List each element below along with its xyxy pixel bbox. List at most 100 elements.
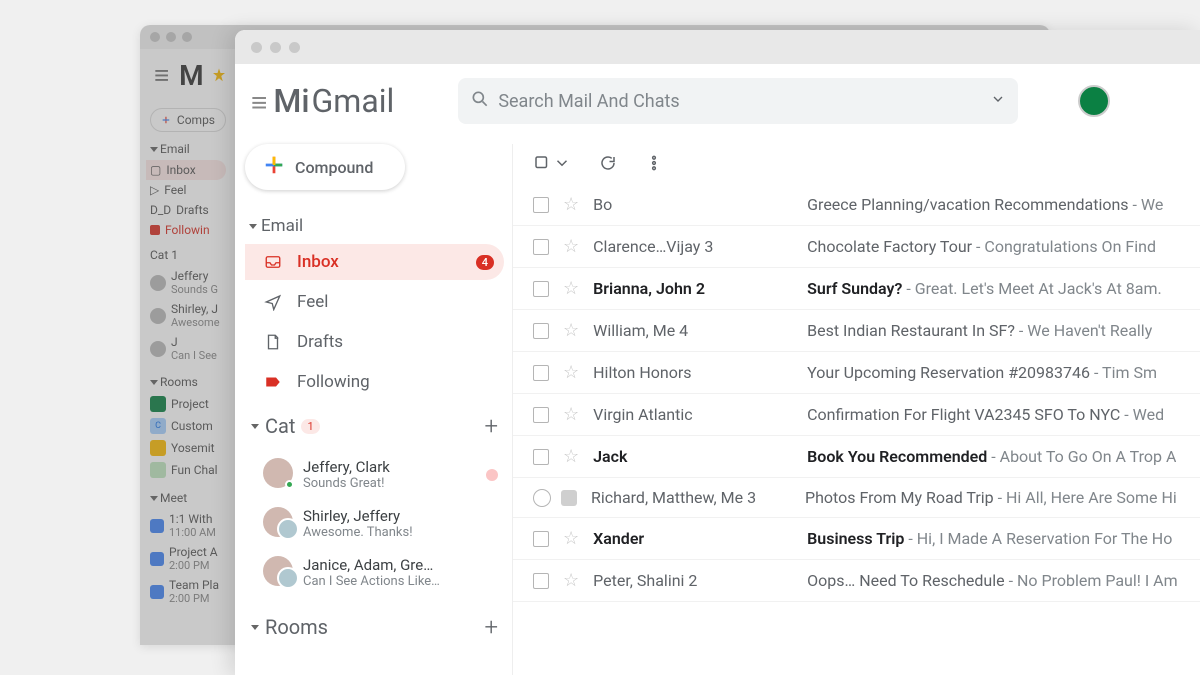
sidebar-item-inbox[interactable]: Inbox 4: [245, 244, 504, 280]
unread-badge: 4: [476, 255, 494, 270]
row-checkbox[interactable]: [533, 531, 549, 547]
traffic-light-minimize[interactable]: [270, 42, 281, 53]
message-snippet: - Wed: [1120, 405, 1164, 424]
star-icon[interactable]: ☆: [563, 320, 579, 341]
bg-room-item: Project: [150, 393, 226, 415]
message-snippet: - About To Go On A Trop A: [987, 447, 1176, 466]
message-row[interactable]: ☆ Jack Book You Recommended - About To G…: [513, 436, 1200, 478]
star-icon[interactable]: ☆: [563, 278, 579, 299]
chat-count-badge: 1: [301, 419, 319, 434]
search-bar[interactable]: [458, 78, 1018, 124]
bg-sidebar-feel: ▷Feel: [150, 180, 226, 200]
message-sender: Bo: [593, 195, 793, 214]
message-row[interactable]: ☆ Clarence…Vijay 3 Chocolate Factory Tou…: [513, 226, 1200, 268]
row-checkbox[interactable]: [533, 323, 549, 339]
sidebar-item-label: Feel: [297, 292, 328, 312]
search-icon: [470, 89, 490, 114]
message-subject: Confirmation For Flight VA2345 SFO To NY…: [807, 405, 1164, 424]
chat-preview: Sounds Great!: [303, 476, 390, 491]
chevron-down-icon: [251, 424, 259, 429]
row-checkbox[interactable]: [533, 239, 549, 255]
message-sender: William, Me 4: [593, 321, 793, 340]
sidebar-item-drafts[interactable]: Drafts: [245, 324, 504, 360]
notification-dot: [486, 469, 498, 481]
message-subject: Business Trip - Hi, I Made A Reservation…: [807, 529, 1172, 548]
row-checkbox[interactable]: [533, 449, 549, 465]
radio-icon[interactable]: [533, 489, 551, 507]
message-row[interactable]: ☆ Bo Greece Planning/vacation Recommenda…: [513, 184, 1200, 226]
search-input[interactable]: [498, 91, 990, 112]
search-options-icon[interactable]: [990, 91, 1006, 112]
row-checkbox[interactable]: [533, 573, 549, 589]
sidebar-section-label: Rooms: [265, 615, 328, 639]
star-icon[interactable]: ☆: [563, 404, 579, 425]
bg-email-section: Email: [160, 142, 190, 156]
star-icon[interactable]: ☆: [563, 362, 579, 383]
bg-meet-item: 1:1 With11:00 AM: [150, 509, 226, 542]
compose-button[interactable]: Compound: [245, 144, 405, 190]
star-icon[interactable]: ☆: [563, 446, 579, 467]
chat-item[interactable]: Janice, Adam, Gre… Can I See Actions Lik…: [245, 550, 504, 595]
chat-item[interactable]: Jeffery, Clark Sounds Great!: [245, 452, 504, 497]
sidebar-section-chat[interactable]: Cat 1 +: [245, 404, 504, 448]
message-sender: Jack: [593, 447, 793, 466]
sidebar-section-email[interactable]: Email: [245, 212, 504, 240]
select-all-checkbox[interactable]: [533, 154, 571, 172]
bg-room-item: Yosemit: [150, 437, 226, 459]
sidebar-item-label: Inbox: [297, 252, 339, 272]
bg-brand-letter: M: [179, 59, 204, 92]
message-row[interactable]: ☆ Brianna, John 2 Surf Sunday? - Great. …: [513, 268, 1200, 310]
message-sender: Peter, Shalini 2: [593, 571, 793, 590]
row-checkbox[interactable]: [533, 197, 549, 213]
sidebar-section-label: Cat: [265, 414, 295, 438]
message-row[interactable]: Richard, Matthew, Me 3 Photos From My Ro…: [513, 478, 1200, 518]
menu-icon[interactable]: ≡: [251, 86, 267, 119]
brand: ≡ Mi Gmail: [251, 82, 394, 120]
message-subject: Your Upcoming Reservation #20983746 - Ti…: [807, 363, 1157, 382]
star-icon[interactable]: ☆: [563, 570, 579, 591]
bg-meet-item: Team Pla2:00 PM: [150, 575, 226, 608]
traffic-light-maximize[interactable]: [289, 42, 300, 53]
message-sender: Hilton Honors: [593, 363, 793, 382]
chat-preview: Awesome. Thanks!: [303, 525, 413, 540]
message-subject: Oops… Need To Reschedule - No Problem Pa…: [807, 571, 1177, 590]
message-list: ☆ Bo Greece Planning/vacation Recommenda…: [513, 144, 1200, 675]
star-icon[interactable]: ☆: [563, 236, 579, 257]
star-icon[interactable]: ☆: [563, 528, 579, 549]
row-checkbox[interactable]: [533, 365, 549, 381]
sidebar-section-rooms[interactable]: Rooms +: [245, 605, 504, 649]
chevron-down-icon: [251, 625, 259, 630]
message-row[interactable]: ☆ Hilton Honors Your Upcoming Reservatio…: [513, 352, 1200, 394]
chat-preview: Can I See Actions Like…: [303, 574, 440, 589]
message-sender: Virgin Atlantic: [593, 405, 793, 424]
more-icon[interactable]: [645, 154, 663, 172]
message-row[interactable]: ☆ Xander Business Trip - Hi, I Made A Re…: [513, 518, 1200, 560]
sidebar-item-following[interactable]: Following: [245, 364, 504, 400]
bg-chat-item: Shirley, JAwesome: [150, 299, 226, 332]
add-room-icon[interactable]: +: [484, 613, 498, 641]
sidebar-item-feel[interactable]: Feel: [245, 284, 504, 320]
titlebar: [235, 30, 1200, 64]
bg-rooms-section: Rooms: [160, 375, 198, 389]
label-icon: [263, 372, 283, 392]
bg-meet-item: Project A2:00 PM: [150, 542, 226, 575]
message-row[interactable]: ☆ William, Me 4 Best Indian Restaurant I…: [513, 310, 1200, 352]
account-avatar[interactable]: [1078, 85, 1110, 117]
message-row[interactable]: ☆ Peter, Shalini 2 Oops… Need To Resched…: [513, 560, 1200, 602]
row-checkbox[interactable]: [533, 407, 549, 423]
refresh-icon[interactable]: [599, 154, 617, 172]
presence-dot: [285, 480, 294, 489]
add-chat-icon[interactable]: +: [484, 412, 498, 440]
compose-label: Compound: [295, 158, 373, 177]
bg-room-item: CCustom: [150, 415, 226, 437]
sidebar-item-label: Following: [297, 372, 370, 392]
star-icon[interactable]: ☆: [563, 194, 579, 215]
row-checkbox[interactable]: [533, 281, 549, 297]
message-row[interactable]: ☆ Virgin Atlantic Confirmation For Fligh…: [513, 394, 1200, 436]
sidebar-section-label: Email: [261, 216, 303, 236]
chat-item[interactable]: Shirley, Jeffery Awesome. Thanks!: [245, 501, 504, 546]
traffic-light-close[interactable]: [251, 42, 262, 53]
chevron-down-icon: [249, 224, 257, 229]
message-subject: Greece Planning/vacation Recommendations…: [807, 195, 1163, 214]
message-subject: Best Indian Restaurant In SF? - We Haven…: [807, 321, 1152, 340]
